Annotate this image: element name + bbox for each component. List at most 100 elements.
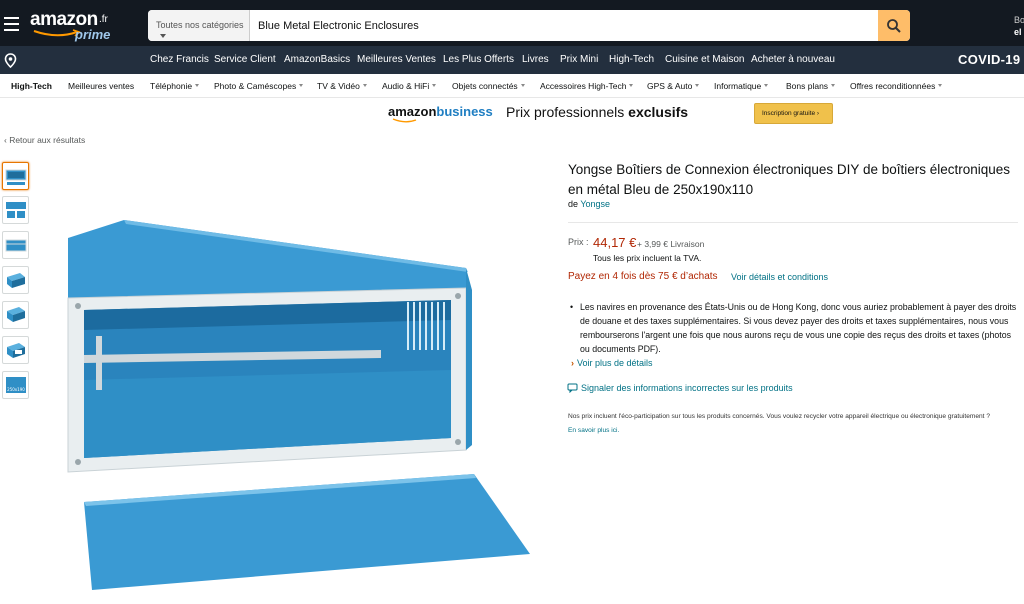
top-header: amazon .fr prime Toutes nos catégories B…: [0, 0, 1024, 46]
nav-item-service-client[interactable]: Service Client: [214, 54, 276, 65]
subnav-label: Téléphonie: [150, 81, 193, 91]
eco-participation-note: Nos prix incluent l'éco-participation su…: [568, 410, 998, 438]
nav-item-prix-mini[interactable]: Prix Mini: [560, 54, 598, 65]
subnav-reconditionnees[interactable]: Offres reconditionnées: [850, 81, 943, 91]
nav-item-acheter-nouveau[interactable]: Acheter à nouveau: [751, 54, 835, 65]
chevron-down-icon: [299, 84, 304, 87]
chevron-right-icon: ›: [571, 358, 574, 368]
chevron-down-icon: [938, 84, 943, 87]
product-price: 44,17 €: [593, 235, 637, 250]
report-incorrect-info-link[interactable]: Signaler des informations incorrectes su…: [567, 383, 793, 393]
business-signup-button[interactable]: Inscription gratuite ›: [754, 103, 833, 124]
subnav-bons-plans[interactable]: Bons plans: [786, 81, 836, 91]
thumbnail-4[interactable]: [2, 266, 29, 294]
subnav-telephonie[interactable]: Téléphonie: [150, 81, 200, 91]
nav-item-high-tech[interactable]: High-Tech: [609, 54, 654, 65]
enclosure-angle-image: [6, 273, 25, 288]
chevron-down-icon: [629, 84, 634, 87]
subnav-objets-connectes[interactable]: Objets connectés: [452, 81, 525, 91]
subnav-label: Photo & Caméscopes: [214, 81, 297, 91]
see-more-details-link[interactable]: › Voir plus de détails: [571, 358, 653, 368]
biz-logo-amazon: amazon: [388, 104, 437, 119]
subnav-photo[interactable]: Photo & Caméscopes: [214, 81, 304, 91]
main-product-image[interactable]: [56, 210, 546, 595]
biz-logo-business: business: [436, 104, 493, 119]
chevron-down-icon: [160, 33, 166, 38]
enclosure-parts-image: [5, 202, 26, 218]
back-to-results-link[interactable]: ‹ Retour aux résultats: [4, 135, 85, 145]
shipping-cost: + 3,99 € Livraison: [637, 239, 705, 249]
brand-link[interactable]: Yongse: [580, 199, 610, 209]
thumbnail-5[interactable]: [2, 301, 29, 329]
search-input[interactable]: [254, 10, 874, 41]
covid-banner-link[interactable]: COVID-19: [958, 52, 1020, 67]
subnav-label: Bons plans: [786, 81, 829, 91]
search-category-label: Toutes nos catégories: [156, 20, 244, 30]
subnav-informatique[interactable]: Informatique: [714, 81, 769, 91]
subnav-audio[interactable]: Audio & HiFi: [382, 81, 437, 91]
nav-item-cuisine-maison[interactable]: Cuisine et Maison: [665, 54, 744, 65]
enclosure-open-image: [6, 343, 25, 358]
category-subnav: High-Tech Meilleures ventes Téléphonie P…: [0, 74, 1024, 98]
search-bar: Toutes nos catégories: [148, 10, 910, 41]
amazon-prime-logo[interactable]: amazon .fr prime: [30, 9, 120, 42]
subnav-label: Offres reconditionnées: [850, 81, 936, 91]
nav-item-plus-offerts[interactable]: Les Plus Offerts: [443, 54, 514, 65]
thumbnail-6[interactable]: [2, 336, 29, 364]
subnav-accessoires[interactable]: Accessoires High-Tech: [540, 81, 634, 91]
account-greeting[interactable]: Bonj el: [1014, 14, 1024, 38]
tagline-bold: exclusifs: [628, 104, 689, 120]
chevron-down-icon: [764, 84, 769, 87]
thumbnail-3[interactable]: [2, 231, 29, 259]
logo-tld: .fr: [99, 14, 108, 25]
bullet-text: Les navires en provenance des États-Unis…: [580, 302, 1017, 354]
speech-bubble-icon: [567, 383, 578, 393]
thumbnail-dimension-label: 250x190: [7, 387, 25, 392]
eco-text: Nos prix incluent l'éco-participation su…: [568, 413, 991, 420]
subnav-label: GPS & Auto: [647, 81, 693, 91]
search-button[interactable]: [878, 10, 910, 41]
thumbnail-1[interactable]: [2, 162, 29, 190]
feature-bullet: • Les navires en provenance des États-Uni…: [568, 300, 1018, 356]
main-nav: Chez Francis Service Client AmazonBasics…: [0, 46, 1024, 74]
nav-item-livres[interactable]: Livres: [522, 54, 549, 65]
nav-item-chez-francis[interactable]: Chez Francis: [150, 54, 209, 65]
search-category-dropdown[interactable]: Toutes nos catégories: [148, 10, 250, 41]
product-title: Yongse Boîtiers de Connexion électroniqu…: [568, 162, 1011, 197]
eco-learn-more-link[interactable]: En savoir plus ici.: [568, 427, 619, 434]
subnav-label: TV & Vidéo: [317, 81, 360, 91]
subnav-meilleures-ventes[interactable]: Meilleures ventes: [68, 81, 134, 91]
tagline-regular: Prix professionnels: [506, 104, 629, 120]
subnav-label: Informatique: [714, 81, 762, 91]
chevron-down-icon: [520, 84, 525, 87]
subnav-label: Audio & HiFi: [382, 81, 430, 91]
nav-item-meilleures-ventes[interactable]: Meilleures Ventes: [357, 54, 436, 65]
amazon-business-logo[interactable]: amazonbusiness: [388, 104, 493, 119]
enclosure-side-image: [6, 307, 25, 322]
see-more-label: Voir plus de détails: [577, 358, 653, 368]
subnav-gps-auto[interactable]: GPS & Auto: [647, 81, 700, 91]
subnav-high-tech[interactable]: High-Tech: [11, 81, 52, 91]
nav-item-amazonbasics[interactable]: AmazonBasics: [284, 54, 350, 65]
subnav-label: Objets connectés: [452, 81, 518, 91]
enclosure-closed-image: [5, 239, 26, 252]
account-line: el: [1014, 27, 1022, 37]
subnav-tv-video[interactable]: TV & Vidéo: [317, 81, 367, 91]
chevron-down-icon: [432, 84, 437, 87]
divider: [568, 222, 1018, 223]
enclosure-dimensions-image: 250x190: [5, 377, 26, 393]
business-tagline: Prix professionnels exclusifs: [506, 104, 688, 120]
price-label: Prix :: [568, 237, 589, 247]
tax-note: Tous les prix incluent la TVA.: [593, 253, 702, 263]
brand-line: de Yongse: [568, 199, 610, 209]
location-pin-icon[interactable]: [4, 53, 17, 68]
thumbnail-2[interactable]: [2, 196, 29, 224]
installment-details-link[interactable]: Voir détails et conditions: [731, 272, 828, 282]
chevron-down-icon: [195, 84, 200, 87]
thumbnail-7[interactable]: 250x190: [2, 371, 29, 399]
hamburger-menu-icon[interactable]: [0, 9, 25, 39]
greeting-line: Bonj: [1014, 15, 1024, 25]
subnav-label: Accessoires High-Tech: [540, 81, 627, 91]
logo-prime: prime: [75, 27, 111, 42]
enclosure-thumbnail-image: [5, 169, 26, 185]
